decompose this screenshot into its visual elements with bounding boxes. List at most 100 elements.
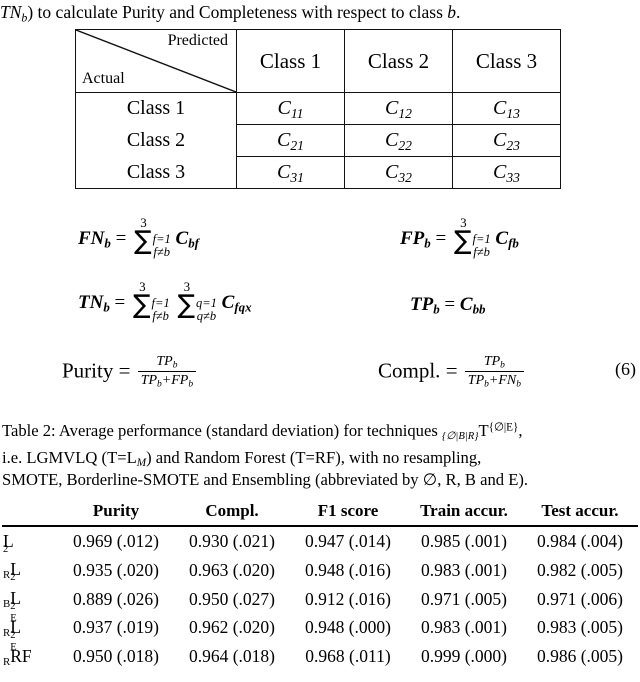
results-cell: 0.912 (.016): [304, 588, 392, 609]
matrix-row-header-1: Class 1: [75, 92, 237, 125]
purity-label: Purity: [62, 358, 114, 383]
results-cell: 0.983 (.001): [420, 617, 508, 638]
fp-lhs-sub: b: [424, 235, 431, 251]
caption-line-2-text: i.e. LGMVLQ (T=LM) and Random Forest (T=…: [2, 448, 482, 470]
equation-fp: FPb = ∑ 3 f=1 f≠b Cfb: [400, 214, 519, 259]
compl-fraction: TPb TPb+FNb: [464, 354, 524, 390]
matrix-cell-32: C32: [344, 156, 453, 189]
matrix-cell-21: C21: [236, 124, 345, 157]
caption-T: T: [478, 421, 489, 440]
tn-term: C: [221, 292, 235, 313]
intro-period: .: [456, 2, 461, 22]
summation-icon: ∑ 3: [453, 214, 472, 256]
summation-icon: ∑ 3: [134, 214, 152, 256]
results-cell: 0.999 (.000): [420, 646, 508, 667]
fp-equals: =: [435, 228, 447, 249]
purity-equals: =: [118, 358, 131, 383]
results-col-header-test: Test accur.: [541, 501, 619, 520]
matrix-cell-31: C31: [236, 156, 345, 189]
fp-term-sub: fb: [508, 235, 519, 251]
fp-term: C: [495, 228, 509, 249]
tn-term-sub: fqx: [234, 299, 252, 315]
caption-line-1: Table 2: Average performance (standard d…: [2, 420, 638, 447]
results-cell: 0.986 (.005): [536, 646, 624, 667]
summation-icon: ∑ 3: [177, 278, 195, 320]
results-cell: 0.985 (.001): [420, 530, 508, 551]
matrix-corner-cell: Predicted Actual: [75, 29, 237, 93]
results-cell: 0.982 (.005): [536, 559, 624, 580]
table-2-caption: Table 2: Average performance (standard d…: [2, 420, 638, 490]
intro-class-symbol: b: [447, 2, 456, 22]
results-cell: 0.950 (.027): [188, 588, 276, 609]
results-cell: 0.930 (.021): [188, 530, 276, 551]
intro-tn-symbol: TN: [0, 2, 22, 22]
tn-sum2-top: 3: [183, 278, 191, 294]
results-cell: 0.964 (.018): [188, 646, 276, 667]
fp-lhs: FP: [400, 228, 425, 249]
intro-text: ) to calculate Purity and Completeness w…: [27, 2, 448, 22]
caption-line-2: i.e. LGMVLQ (T=LM) and Random Forest (T=…: [2, 447, 638, 469]
equation-compl: Compl. = TPb TPb+FNb: [378, 354, 526, 390]
table-row: RRF E 0.950 (.018) 0.964 (.018) 0.968 (.0…: [2, 642, 638, 671]
equation-tp: TPb = Cbb: [410, 294, 485, 316]
tp-lhs-sub: b: [433, 301, 440, 317]
caption-presubscript: {∅|B|R}: [441, 430, 479, 442]
purity-fraction: TPb TPb+FPb: [137, 354, 197, 390]
table-row: BL 2 0.889 (.026) 0.950 (.027) 0.912 (.01…: [2, 585, 638, 614]
matrix-col-header-1: Class 1: [236, 29, 345, 93]
results-col-header-f1: F1 score: [317, 501, 379, 520]
fn-lhs: FN: [78, 228, 105, 249]
results-cell: 0.968 (.011): [305, 646, 391, 667]
equation-number-6: (6): [615, 359, 636, 379]
results-cell: 0.983 (.005): [536, 617, 624, 638]
table-row: L2 0.969 (.012) 0.930 (.021) 0.947 (.014…: [2, 526, 638, 556]
table-row: Class 3 C31 C32 C33: [75, 156, 561, 189]
results-cell: 0.889 (.026): [72, 588, 160, 609]
results-cell: 0.948 (.016): [304, 559, 392, 580]
compl-denominator: TPb+FNb: [464, 371, 524, 390]
results-col-header-compl: Compl.: [205, 501, 259, 520]
caption-lm-sub: M: [136, 457, 147, 470]
matrix-cell-13: C13: [452, 92, 561, 125]
fn-sum-lower: f=1 f≠b: [152, 231, 171, 259]
compl-label: Compl.: [378, 358, 441, 383]
tn-lhs: TN: [78, 292, 104, 313]
matrix-row-header-3: Class 3: [75, 156, 237, 189]
tn-sum1-top: 3: [139, 278, 146, 294]
results-row-label-3: RL 2 E: [3, 612, 21, 642]
results-cell: 0.983 (.001): [420, 559, 508, 580]
tn-sum2-lower: q=1 q≠b: [195, 295, 217, 323]
compl-numerator: TPb: [483, 354, 505, 371]
results-row-label-2: BL 2: [3, 588, 21, 613]
intro-sentence: TN b) to calculate Purity and Completenes…: [0, 1, 640, 23]
results-cell: 0.984 (.004): [536, 530, 624, 551]
matrix-actual-label: Actual: [82, 70, 125, 87]
equation-tn: TNb = ∑ 3 f=1 f≠b ∑ 3 q=1 q≠b Cfqx: [78, 278, 252, 323]
results-cell: 0.962 (.020): [188, 617, 276, 638]
results-cell: 0.948 (.000): [304, 617, 392, 638]
paper-page: TNb) to calculate Purity and Completenes…: [0, 0, 640, 682]
matrix-cell-22: C22: [344, 124, 453, 157]
matrix-predicted-label: Predicted: [167, 32, 228, 49]
table-row: Class 1 C11 C12 C13: [75, 92, 561, 125]
matrix-col-header-3: Class 3: [452, 29, 561, 93]
fn-sum-top: 3: [140, 214, 147, 230]
results-cell: 0.947 (.014): [304, 530, 392, 551]
matrix-cell-23: C23: [452, 124, 561, 157]
equation-purity: Purity = TPb TPb+FPb: [62, 354, 198, 390]
tp-lhs: TP: [410, 294, 434, 315]
fn-equals: =: [115, 228, 127, 249]
confusion-matrix-table: Predicted Actual Class 1 Class 2 Class 3…: [75, 29, 561, 189]
fn-term-sub: bf: [188, 235, 199, 251]
table-row: RL 2 E 0.937 (.019) 0.962 (.020) 0.948 (.0…: [2, 613, 638, 642]
results-cell: 0.935 (.020): [72, 559, 160, 580]
equation-fn: FNb = ∑ 3 f=1 f≠b Cbf: [78, 214, 199, 259]
fp-sum-top: 3: [460, 214, 467, 230]
results-cell: 0.969 (.012): [72, 530, 160, 551]
results-col-header-purity: Purity: [92, 501, 140, 520]
matrix-cell-11: C11: [236, 92, 345, 125]
fp-sum-lower: f=1 f≠b: [472, 231, 491, 259]
tp-equals: =: [444, 294, 456, 315]
tp-rhs-sub: bb: [472, 301, 486, 317]
caption-line-1-text: Table 2: Average performance (standard d…: [2, 421, 523, 442]
